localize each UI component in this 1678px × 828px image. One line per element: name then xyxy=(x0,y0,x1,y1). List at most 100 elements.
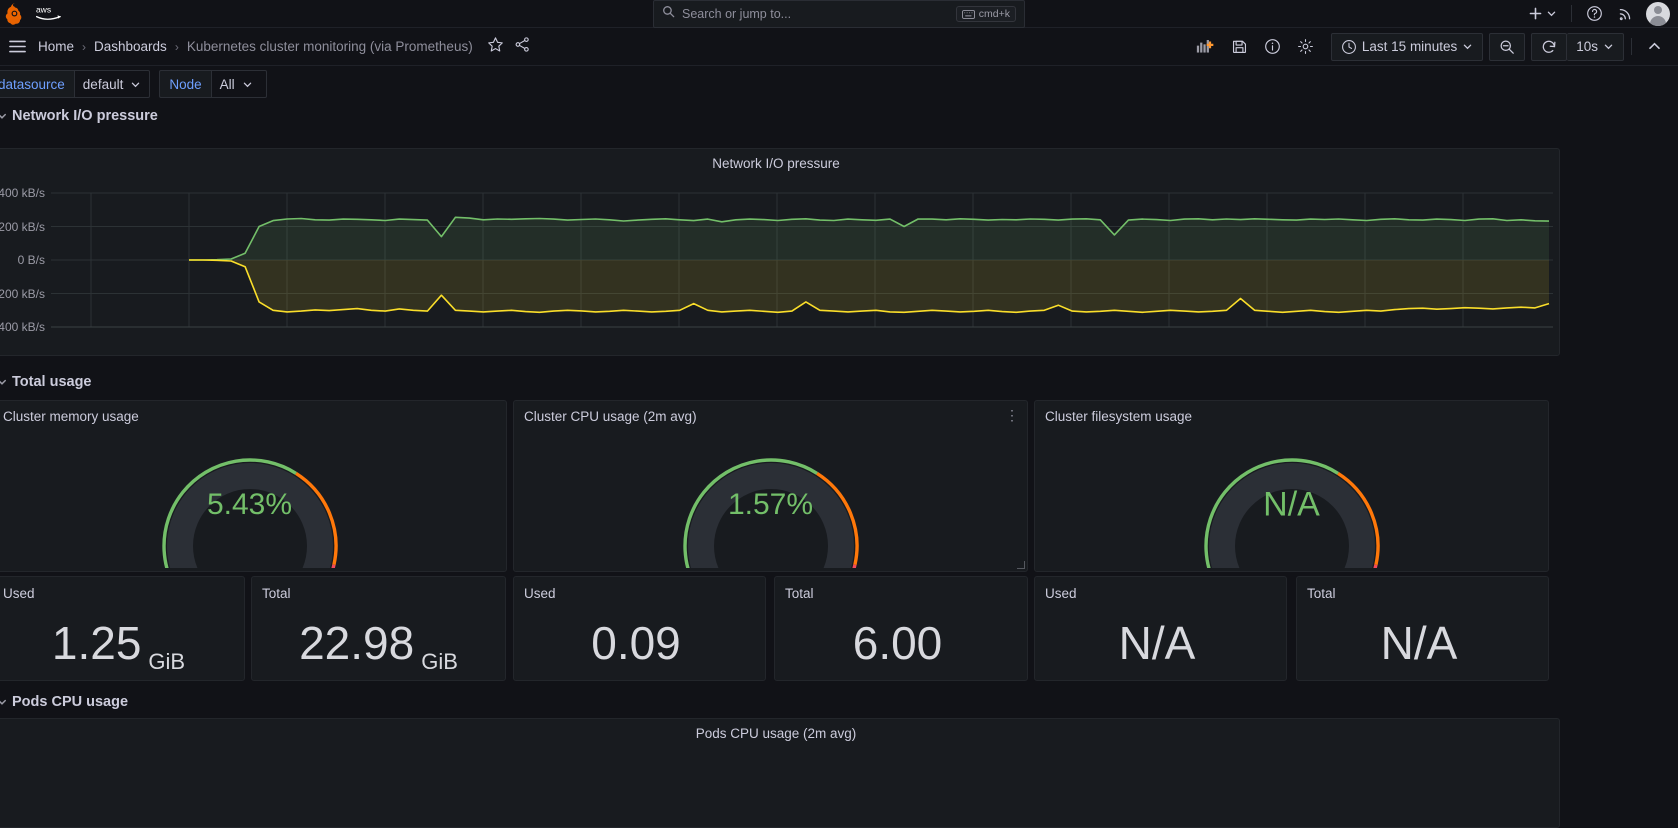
share-icon[interactable] xyxy=(514,36,531,58)
stat-value: 1.25 xyxy=(51,616,142,669)
gauge-value: N/A xyxy=(1263,485,1320,524)
stat-title: Total xyxy=(1307,586,1336,601)
stat-unit: GiB xyxy=(148,649,186,674)
top-navigation-bar: aws Search or jump to... cmd+k xyxy=(0,0,1678,28)
breadcrumb-item-home[interactable]: Home xyxy=(36,39,76,54)
chevron-down-icon xyxy=(1463,44,1472,50)
panel-network-io-pressure: Network I/O pressure 400 kB/s 200 kB/s 0 B… xyxy=(0,148,1560,356)
refresh-interval-label: 10s xyxy=(1576,39,1598,54)
info-icon xyxy=(1265,39,1280,54)
row-header-total-usage[interactable]: Total usage xyxy=(0,368,92,396)
stat-value-container: N/A xyxy=(1035,605,1286,680)
variable-datasource-value: default xyxy=(82,76,124,92)
news-button[interactable] xyxy=(1610,1,1641,27)
search-input[interactable]: Search or jump to... cmd+k xyxy=(653,0,1025,28)
grafana-logo-icon[interactable] xyxy=(4,2,26,26)
stat-panel: Used 0.09 xyxy=(513,576,766,681)
panel-menu-button[interactable]: ⋮ xyxy=(1005,408,1019,422)
zoom-out-icon xyxy=(1500,40,1515,54)
stat-value-container: 0.09 xyxy=(514,605,765,680)
help-button[interactable] xyxy=(1579,1,1610,27)
rss-icon xyxy=(1619,8,1631,21)
stat-panel: Used 1.25 GiB xyxy=(0,576,245,681)
refresh-button[interactable] xyxy=(1531,32,1568,61)
chevron-up-icon xyxy=(1649,42,1660,50)
row-title-total-usage: Total usage xyxy=(12,374,92,390)
brand-group: aws xyxy=(0,2,68,26)
stat-value: 6.00 xyxy=(852,616,943,669)
panel-title: Cluster filesystem usage xyxy=(1045,409,1193,424)
gauge-value: 5.43% xyxy=(206,488,293,522)
panel-cluster-cpu-usage: Cluster CPU usage (2m avg) ⋮ 1.57% xyxy=(513,400,1028,572)
add-panel-button[interactable] xyxy=(1188,33,1223,61)
panel-pods-cpu-usage: Pods CPU usage (2m avg) xyxy=(0,718,1560,828)
y-axis: 400 kB/s 200 kB/s 0 B/s -200 kB/s -400 kB/s xyxy=(0,171,51,351)
refresh-icon xyxy=(1542,40,1556,53)
search-shortcut-label: cmd+k xyxy=(978,8,1010,20)
time-range-picker[interactable]: Last 15 minutes xyxy=(1330,32,1484,61)
x-axis-tick-label: 14:06 xyxy=(566,353,596,355)
stat-title: Used xyxy=(524,586,556,601)
x-axis-tick-label: 14:04 xyxy=(370,353,400,355)
row-header-network-io[interactable]: Network I/O pressure xyxy=(0,102,1678,130)
panel-title: Network I/O pressure xyxy=(712,156,840,171)
stat-title: Total xyxy=(262,586,291,601)
divider xyxy=(1571,5,1572,22)
add-panel-icon xyxy=(1196,40,1214,53)
breadcrumb-item-current[interactable]: Kubernetes cluster monitoring (via Prome… xyxy=(185,39,475,54)
stat-title: Used xyxy=(3,586,35,601)
star-icon[interactable] xyxy=(487,36,504,58)
x-axis-tick-label: 14:07 xyxy=(664,353,694,355)
stat-value: 22.98 xyxy=(299,616,415,669)
timeseries-chart: 400 kB/s200 kB/s0 B/s-200 kB/s-400 kB/s … xyxy=(0,171,1559,355)
gear-icon xyxy=(1297,39,1313,54)
template-variables-bar: datasource default Node All xyxy=(0,66,1678,102)
panel-title: Pods CPU usage (2m avg) xyxy=(695,726,857,741)
gauge: N/A xyxy=(1035,427,1548,568)
gauge-value: 1.57% xyxy=(727,488,814,522)
add-new-button[interactable] xyxy=(1521,1,1564,27)
panel-resize-handle[interactable] xyxy=(1017,561,1025,569)
x-axis-tick-label: 14:15 xyxy=(1448,353,1478,355)
variable-datasource-label: datasource xyxy=(0,70,74,98)
stat-value: N/A xyxy=(1380,616,1458,669)
zoom-out-time-button[interactable] xyxy=(1489,32,1526,61)
save-dashboard-button[interactable] xyxy=(1223,33,1256,61)
menu-toggle-button[interactable] xyxy=(0,39,36,54)
stat-value-container: 1.25 GiB xyxy=(0,605,244,680)
breadcrumb-separator: › xyxy=(82,39,87,54)
y-axis-tick-label: 200 kB/s xyxy=(0,219,45,234)
y-axis-tick-label: 0 B/s xyxy=(17,253,45,267)
gauge: 5.43% xyxy=(0,427,506,568)
variable-datasource-select[interactable]: default xyxy=(73,70,151,98)
collapse-toolbar-button[interactable] xyxy=(1639,33,1670,61)
save-icon xyxy=(1232,40,1246,54)
divider xyxy=(1631,38,1632,55)
stat-value: 0.09 xyxy=(591,616,681,669)
chevron-down-icon xyxy=(0,379,6,385)
y-axis-tick-label: -400 kB/s xyxy=(0,320,45,334)
stat-value-container: 6.00 xyxy=(775,605,1027,680)
x-axis: 14:01 14:02 14:03 14:04 14:05 14:06 14:07 14:08… xyxy=(51,353,1559,355)
stat-panel: Used N/A xyxy=(1034,576,1287,681)
stat-value-container: 22.98 GiB xyxy=(252,605,505,680)
row-header-pods-cpu[interactable]: Pods CPU usage xyxy=(0,688,128,716)
stat-value-container: N/A xyxy=(1297,605,1548,680)
clock-icon xyxy=(1341,39,1356,54)
dashboard-info-button[interactable] xyxy=(1256,33,1289,61)
dashboard-settings-button[interactable] xyxy=(1289,33,1322,61)
x-axis-tick-label: 14:05 xyxy=(468,353,498,355)
breadcrumb-bar: Home › Dashboards › Kubernetes cluster m… xyxy=(0,28,1678,66)
search-placeholder: Search or jump to... xyxy=(682,7,792,21)
panel-title: Cluster CPU usage (2m avg) xyxy=(524,409,697,424)
breadcrumb-item-dashboards[interactable]: Dashboards xyxy=(92,39,169,54)
refresh-interval-picker[interactable]: 10s xyxy=(1567,32,1624,61)
variable-node-select[interactable]: All xyxy=(210,70,267,98)
dashboard-actions xyxy=(487,36,531,58)
top-nav-actions xyxy=(1521,0,1678,27)
hamburger-icon xyxy=(9,40,26,53)
search-icon xyxy=(662,5,675,23)
timeseries-plot xyxy=(51,192,1553,328)
avatar[interactable] xyxy=(1646,1,1670,26)
chevron-down-icon xyxy=(132,82,140,87)
